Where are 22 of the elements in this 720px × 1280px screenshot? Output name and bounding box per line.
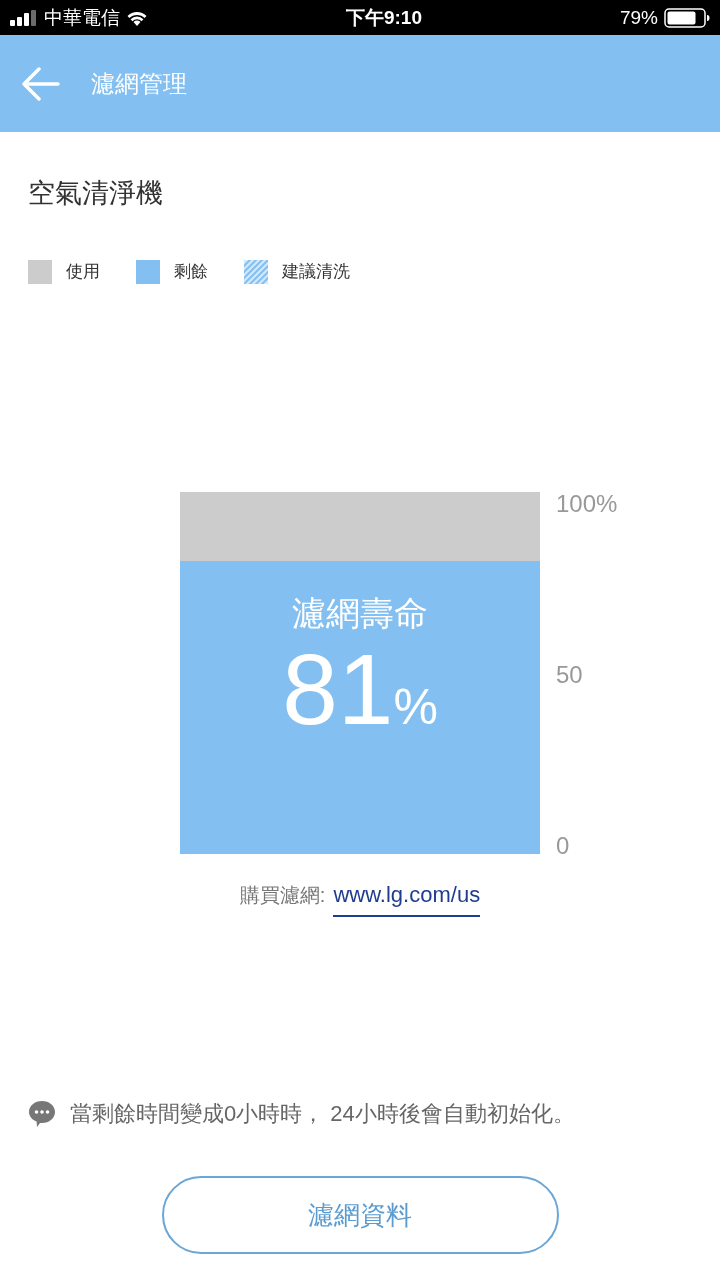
carrier-name: 中華電信 [44,5,120,30]
battery-percent: 79% [619,5,658,30]
purchase-label: 購買濾網: [239,883,326,908]
hatched-swatch-icon [244,260,268,284]
battery-icon [664,7,710,28]
status-time: 下午9:10 [345,5,422,30]
legend-label: 建議清洗 [282,261,350,283]
back-arrow-icon[interactable] [22,66,60,101]
legend-label: 剩餘 [174,261,208,283]
purchase-link[interactable]: www.lg.com/us [333,882,481,917]
legend-label: 使用 [66,261,100,283]
tip-text: 當剩餘時間變成0小時時， 24小時後會自動初始化。 [70,1100,575,1128]
section-title: 空氣清淨機 [28,178,163,208]
axis-label: 50 [556,661,584,689]
chat-bubble-icon [28,1100,56,1128]
signal-icon [10,9,38,26]
wifi-icon [126,9,148,26]
axis-label: 0 [556,832,571,860]
axis-label: 100% [556,490,618,518]
filter-life-value: 81% [282,636,438,747]
filter-life-label: 濾網壽命 [292,592,428,633]
page-title: 濾網管理 [91,68,187,99]
